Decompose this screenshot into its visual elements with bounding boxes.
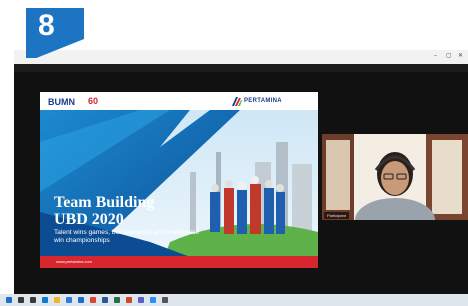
task-view-icon[interactable]	[30, 297, 36, 303]
slide-subtitle: UBD 2020	[54, 211, 124, 228]
pertamina-logo-icon	[232, 97, 242, 106]
anniversary-logo: 60	[88, 96, 99, 106]
footer-logos: AKHLAK	[256, 257, 278, 263]
shared-screen-slide: BUMN 60 PERTAMINA Team Building UBD 2020…	[40, 92, 318, 268]
powerpoint-icon[interactable]	[126, 297, 132, 303]
zoom-icon[interactable]	[150, 297, 156, 303]
store-icon[interactable]	[66, 297, 72, 303]
teams-icon[interactable]	[138, 297, 144, 303]
chrome-icon[interactable]	[90, 297, 96, 303]
edge-browser-icon[interactable]	[42, 297, 48, 303]
settings-icon[interactable]	[162, 297, 168, 303]
search-icon[interactable]	[18, 297, 24, 303]
minimize-button[interactable]: –	[434, 52, 437, 59]
participant-video[interactable]: Participant	[322, 134, 468, 220]
bumn-logo: BUMN	[48, 97, 75, 107]
footer-url: www.pertamina.com	[56, 259, 93, 264]
windows-start-icon[interactable]	[6, 297, 12, 303]
close-button[interactable]: ✕	[458, 52, 463, 59]
window-titlebar: – ▢ ✕	[14, 50, 468, 64]
file-explorer-icon[interactable]	[54, 297, 60, 303]
windows-taskbar	[0, 294, 468, 306]
maximize-button[interactable]: ▢	[446, 52, 452, 59]
slide-tagline: Talent wins games, but teamwork and inte…	[54, 229, 200, 245]
webcam-feed	[322, 134, 468, 220]
slide-footer: www.pertamina.com AKHLAK	[40, 256, 318, 268]
word-icon[interactable]	[102, 297, 108, 303]
slide-title: Team Building	[54, 194, 155, 211]
participant-name-label: Participant	[324, 212, 349, 219]
excel-icon[interactable]	[114, 297, 120, 303]
badge-number: 8	[38, 9, 55, 42]
mail-icon[interactable]	[78, 297, 84, 303]
meeting-toolbar	[14, 64, 468, 72]
zoom-meeting-window: – ▢ ✕ BUMN 60 PERTAMINA Team Building UB…	[14, 50, 468, 294]
screen: – ▢ ✕ BUMN 60 PERTAMINA Team Building UB…	[0, 0, 468, 306]
brand-name: PERTAMINA	[244, 98, 282, 104]
